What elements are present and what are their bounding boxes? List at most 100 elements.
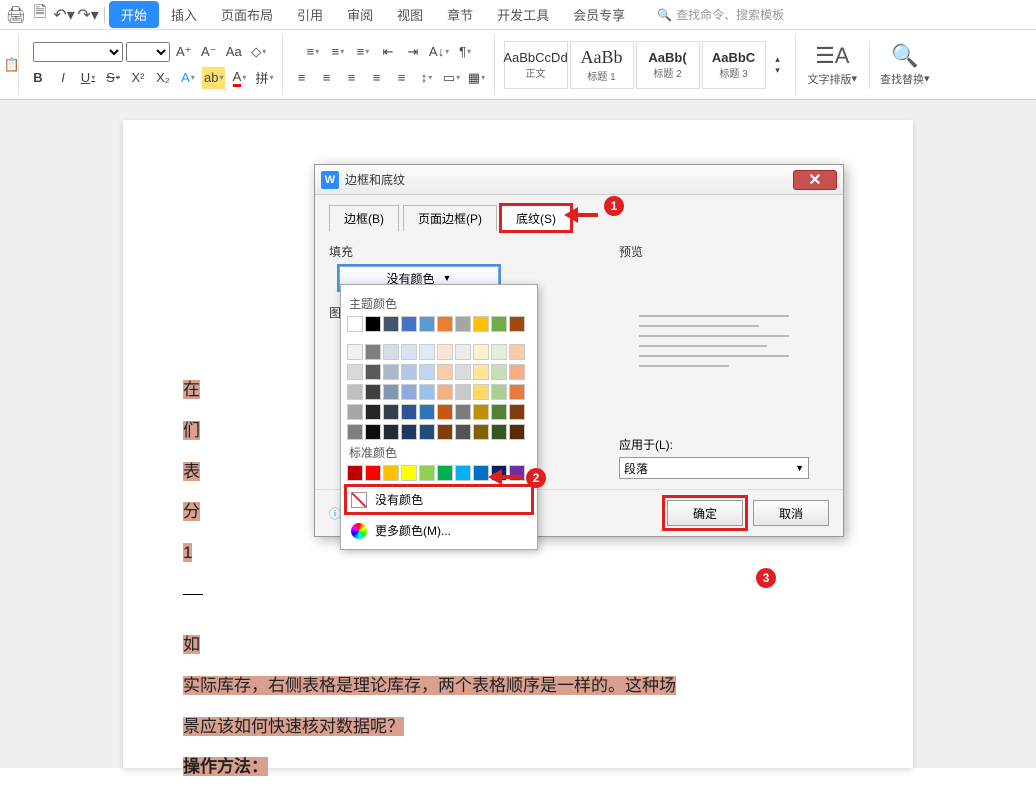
color-swatch[interactable] [455,316,471,332]
clear-format-icon[interactable]: ◇▾ [248,41,270,63]
color-swatch[interactable] [491,364,507,380]
color-swatch[interactable] [365,384,381,400]
color-swatch[interactable] [419,316,435,332]
color-swatch[interactable] [347,364,363,380]
color-swatch[interactable] [383,404,399,420]
tab-layout[interactable]: 页面布局 [209,1,285,28]
apply-to-select[interactable]: 段落 ▼ [619,457,809,479]
print-icon[interactable]: 🖨 [5,4,27,26]
color-swatch[interactable] [455,404,471,420]
superscript-icon[interactable]: X² [127,67,149,89]
style-heading3[interactable]: AaBbC标题 3 [702,41,766,89]
color-swatch[interactable] [491,344,507,360]
no-color-option[interactable]: 没有颜色 [347,487,531,512]
color-swatch[interactable] [419,344,435,360]
color-swatch[interactable] [401,404,417,420]
color-swatch[interactable] [383,316,399,332]
color-swatch[interactable] [491,424,507,440]
color-swatch[interactable] [419,384,435,400]
color-swatch[interactable] [401,364,417,380]
color-swatch[interactable] [473,424,489,440]
numbering-icon[interactable]: ≡▾ [327,41,349,63]
color-swatch[interactable] [401,344,417,360]
color-swatch[interactable] [401,384,417,400]
tab-border[interactable]: 边框(B) [329,205,399,231]
shading-icon[interactable]: ▭▾ [441,67,463,89]
font-size-select[interactable] [126,42,170,62]
ok-button[interactable]: 确定 [667,500,743,526]
color-swatch[interactable] [509,404,525,420]
tab-page-border[interactable]: 页面边框(P) [403,205,497,231]
color-swatch[interactable] [383,465,399,481]
dialog-titlebar[interactable]: W 边框和底纹 ✕ [315,165,843,195]
color-swatch[interactable] [437,384,453,400]
color-swatch[interactable] [347,424,363,440]
align-right-icon[interactable]: ≡ [341,67,363,89]
distribute-icon[interactable]: ≡ [391,67,413,89]
tab-references[interactable]: 引用 [285,1,335,28]
color-swatch[interactable] [455,384,471,400]
sort-icon[interactable]: A↓▾ [427,41,451,63]
color-swatch[interactable] [347,465,363,481]
color-swatch[interactable] [473,364,489,380]
color-swatch[interactable] [347,384,363,400]
color-swatch[interactable] [419,424,435,440]
borders-icon[interactable]: ▦▾ [466,67,488,89]
redo-icon[interactable]: ↷▾ [77,4,99,26]
tab-view[interactable]: 视图 [385,1,435,28]
print-preview-icon[interactable]: 🗎 [29,4,51,26]
tab-start[interactable]: 开始 [109,1,159,28]
tab-member[interactable]: 会员专享 [561,1,637,28]
line-spacing-icon[interactable]: ↕▾ [416,67,438,89]
tab-review[interactable]: 审阅 [335,1,385,28]
color-swatch[interactable] [437,364,453,380]
font-family-select[interactable] [33,42,123,62]
color-swatch[interactable] [365,424,381,440]
increase-indent-icon[interactable]: ⇥ [402,41,424,63]
color-swatch[interactable] [509,364,525,380]
color-swatch[interactable] [347,316,363,332]
tab-developer[interactable]: 开发工具 [485,1,561,28]
color-swatch[interactable] [473,316,489,332]
color-swatch[interactable] [437,424,453,440]
color-swatch[interactable] [455,424,471,440]
color-swatch[interactable] [401,424,417,440]
color-swatch[interactable] [383,344,399,360]
color-swatch[interactable] [509,344,525,360]
color-swatch[interactable] [401,465,417,481]
styles-more-icon[interactable]: ▴▾ [767,54,789,76]
strike-icon[interactable]: S▾ [102,67,124,89]
color-swatch[interactable] [347,404,363,420]
font-color-icon[interactable]: A▾ [228,67,250,89]
color-swatch[interactable] [365,364,381,380]
color-swatch[interactable] [419,465,435,481]
grow-font-icon[interactable]: A⁺ [173,41,195,63]
text-layout-button[interactable]: ☰A 文字排版▾ [798,41,868,89]
phonetic-icon[interactable]: 拼▾ [253,67,275,89]
color-swatch[interactable] [419,364,435,380]
color-swatch[interactable] [491,404,507,420]
text-effect-icon[interactable]: A▾ [177,67,199,89]
color-swatch[interactable] [383,384,399,400]
color-swatch[interactable] [419,404,435,420]
color-swatch[interactable] [383,364,399,380]
color-swatch[interactable] [491,384,507,400]
tab-insert[interactable]: 插入 [159,1,209,28]
align-left-icon[interactable]: ≡ [291,67,313,89]
subscript-icon[interactable]: X₂ [152,67,174,89]
color-swatch[interactable] [365,316,381,332]
multilevel-icon[interactable]: ≡▾ [352,41,374,63]
style-heading1[interactable]: AaBb标题 1 [570,41,634,89]
color-swatch[interactable] [437,316,453,332]
tab-chapter[interactable]: 章节 [435,1,485,28]
color-swatch[interactable] [509,316,525,332]
decrease-indent-icon[interactable]: ⇤ [377,41,399,63]
color-swatch[interactable] [365,465,381,481]
color-swatch[interactable] [437,404,453,420]
color-swatch[interactable] [437,344,453,360]
color-swatch[interactable] [365,344,381,360]
undo-icon[interactable]: ↶▾ [53,4,75,26]
italic-icon[interactable]: I [52,67,74,89]
color-swatch[interactable] [473,384,489,400]
clipboard-icon[interactable]: 📋 [1,54,23,76]
